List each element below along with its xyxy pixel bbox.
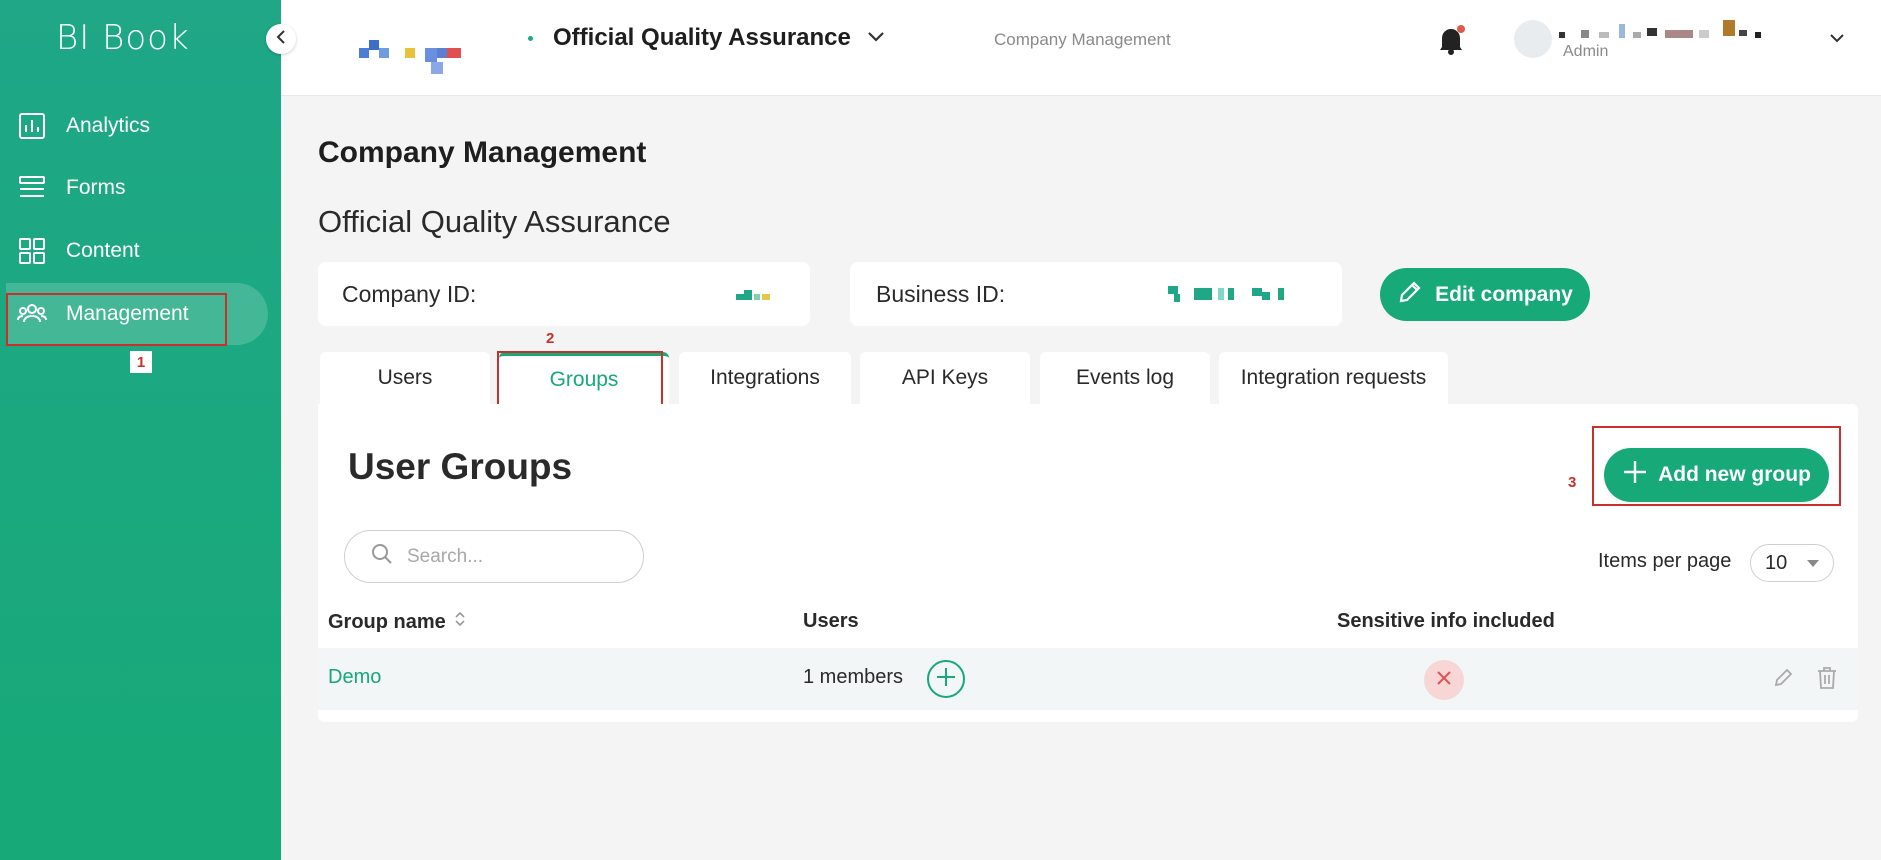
add-member-button[interactable] xyxy=(927,660,965,698)
company-title: Official Quality Assurance xyxy=(318,204,671,239)
user-groups-panel: User Groups 3 Add new group Items per pa… xyxy=(318,404,1858,722)
header-breadcrumb: Company Management xyxy=(994,30,1171,49)
avatar[interactable] xyxy=(1514,20,1552,58)
company-id-label: Company ID: xyxy=(342,280,477,307)
sidebar-item-analytics[interactable]: Analytics xyxy=(6,95,268,157)
sidebar: BI Book Analytics Forms Content Manageme… xyxy=(0,0,281,860)
table-row: Demo 1 members xyxy=(318,648,1858,710)
collapse-sidebar-button[interactable] xyxy=(266,24,296,54)
chevron-down-icon[interactable] xyxy=(867,30,885,48)
chevron-down-icon[interactable] xyxy=(1829,30,1845,48)
tab-groups[interactable]: Groups xyxy=(499,352,669,404)
pencil-icon xyxy=(1397,279,1423,311)
tab-users[interactable]: Users xyxy=(320,352,490,404)
items-per-page-select[interactable]: 10 xyxy=(1750,544,1834,582)
sort-icon xyxy=(454,610,466,634)
annotation-marker: 1 xyxy=(130,351,152,373)
group-name-link[interactable]: Demo xyxy=(328,666,381,689)
column-header-sensitive: Sensitive info included xyxy=(1337,610,1555,632)
top-header: Official Quality Assurance Company Manag… xyxy=(281,0,1881,96)
column-header-users: Users xyxy=(803,610,859,632)
search-box[interactable] xyxy=(344,530,644,583)
pencil-icon xyxy=(1773,668,1795,692)
bell-icon[interactable] xyxy=(1436,24,1466,61)
trash-icon xyxy=(1816,667,1838,694)
search-input[interactable] xyxy=(407,545,607,568)
user-name-redacted xyxy=(1559,20,1789,42)
section-title: User Groups xyxy=(348,446,573,487)
annotation-marker: 2 xyxy=(546,330,555,347)
delete-group-button[interactable] xyxy=(1816,666,1838,695)
sidebar-item-label: Analytics xyxy=(66,114,151,137)
edit-company-label: Edit company xyxy=(1435,282,1573,306)
business-id-card: Business ID: xyxy=(850,262,1342,326)
annotation-marker: 3 xyxy=(1568,474,1577,491)
chevron-left-icon xyxy=(275,29,287,49)
sidebar-item-label: Management xyxy=(66,302,189,325)
list-icon xyxy=(16,172,48,204)
close-icon xyxy=(1436,670,1452,691)
page-title: Company Management xyxy=(318,136,647,169)
edit-group-button[interactable] xyxy=(1773,666,1795,693)
company-id-value-redacted xyxy=(736,290,770,300)
sensitive-info-status xyxy=(1424,660,1464,700)
plus-icon xyxy=(1622,459,1648,491)
caret-down-icon xyxy=(1807,560,1819,567)
user-role: Admin xyxy=(1563,43,1609,60)
business-id-value-redacted xyxy=(1168,286,1288,302)
tab-integrations[interactable]: Integrations xyxy=(679,352,851,404)
add-new-group-button[interactable]: Add new group xyxy=(1604,448,1829,502)
tab-integration-requests[interactable]: Integration requests xyxy=(1219,352,1448,404)
sidebar-item-content[interactable]: Content xyxy=(6,220,268,282)
app-logo[interactable]: BI Book xyxy=(56,18,190,58)
sidebar-item-label: Content xyxy=(66,239,140,262)
business-id-label: Business ID: xyxy=(876,280,1006,307)
items-per-page-label: Items per page xyxy=(1598,550,1732,572)
company-id-card: Company ID: xyxy=(318,262,810,326)
sidebar-item-management[interactable]: Management xyxy=(6,283,268,345)
edit-company-button[interactable]: Edit company xyxy=(1380,268,1590,321)
chart-icon xyxy=(16,110,48,142)
grid-icon xyxy=(16,235,48,267)
add-new-group-label: Add new group xyxy=(1658,463,1811,486)
items-per-page-value: 10 xyxy=(1765,551,1788,574)
tab-events-log[interactable]: Events log xyxy=(1040,352,1210,404)
company-selector[interactable]: Official Quality Assurance xyxy=(553,24,851,52)
sidebar-item-forms[interactable]: Forms xyxy=(6,157,268,219)
tab-api-keys[interactable]: API Keys xyxy=(860,352,1030,404)
plus-icon xyxy=(935,666,957,693)
sidebar-item-label: Forms xyxy=(66,176,126,199)
company-logo xyxy=(359,40,479,76)
users-icon xyxy=(16,298,48,330)
group-members-count: 1 members xyxy=(803,666,904,688)
company-status-dot xyxy=(528,36,533,41)
column-header-group-name[interactable]: Group name xyxy=(328,610,466,634)
search-icon xyxy=(371,543,393,570)
